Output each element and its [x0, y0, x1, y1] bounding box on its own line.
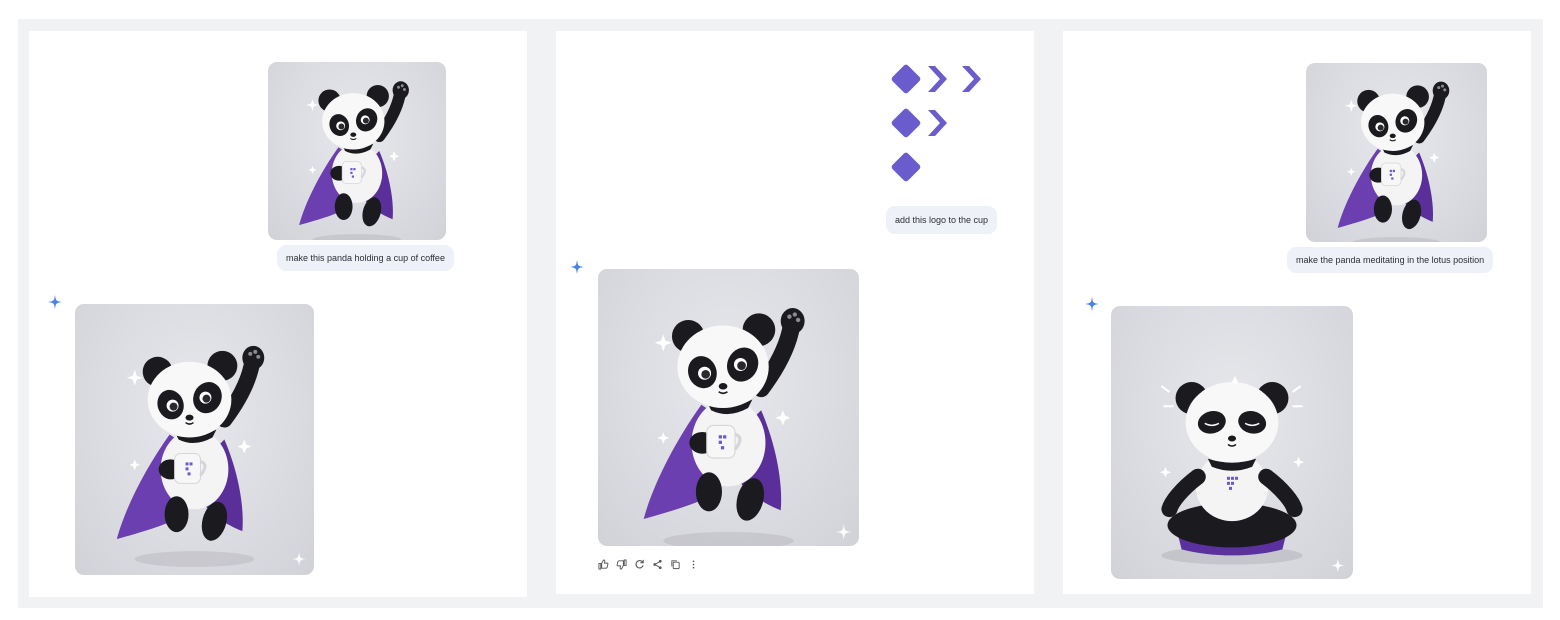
uploaded-image[interactable] [268, 62, 446, 240]
gemini-sparkle-icon [1085, 297, 1099, 311]
copy-icon[interactable] [670, 559, 681, 570]
user-prompt-bubble: add this logo to the cup [886, 206, 998, 234]
generated-image[interactable] [75, 304, 314, 575]
panda-image [268, 62, 446, 240]
panda-image [75, 304, 307, 575]
chat-panel-3: make the panda meditating in the lotus p… [1063, 31, 1531, 594]
chat-panel-1: make this panda holding a cup of coffee [29, 31, 527, 597]
uploaded-logo-image[interactable] [889, 62, 999, 188]
uploaded-image[interactable] [1306, 63, 1487, 242]
regenerate-icon[interactable] [634, 559, 645, 570]
more-icon[interactable] [688, 559, 699, 570]
gemini-sparkle-icon [48, 295, 62, 309]
thumbs-up-icon[interactable] [598, 559, 609, 570]
user-prompt-bubble: make this panda holding a cup of coffee [277, 245, 454, 271]
panda-image [598, 269, 852, 546]
panda-meditating-image [1111, 306, 1345, 573]
panda-image [1306, 63, 1487, 242]
response-actions [598, 559, 699, 570]
diamond-chevron-logo [891, 64, 981, 182]
chat-panel-2: add this logo to the cup [556, 31, 1034, 594]
user-prompt-bubble: make the panda meditating in the lotus p… [1287, 247, 1494, 273]
generated-image[interactable] [598, 269, 859, 546]
thumbs-down-icon[interactable] [616, 559, 627, 570]
share-icon[interactable] [652, 559, 663, 570]
generated-image[interactable] [1111, 306, 1353, 579]
gemini-sparkle-icon [570, 260, 584, 274]
